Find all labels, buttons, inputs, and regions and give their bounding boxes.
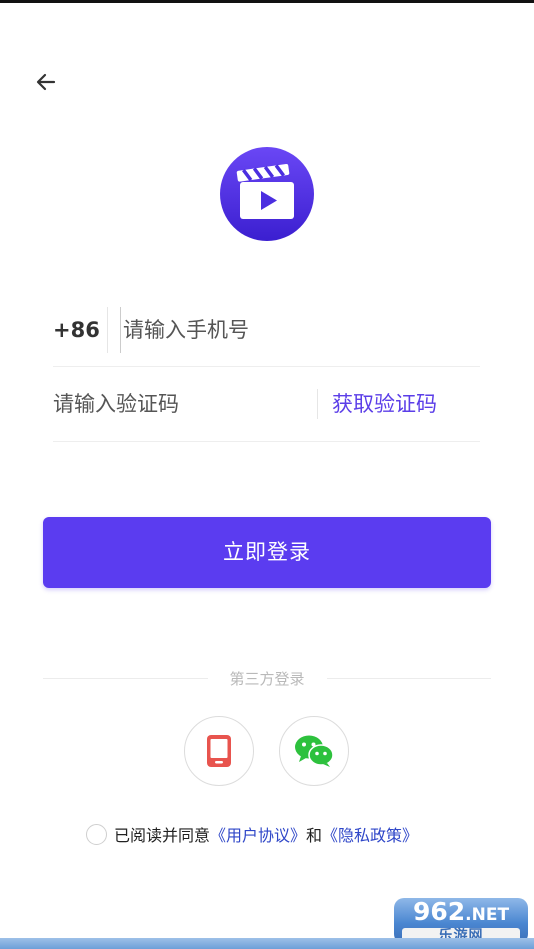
app-logo bbox=[219, 146, 315, 242]
top-border bbox=[0, 0, 534, 3]
verification-code-row: 获取验证码 bbox=[53, 367, 480, 442]
privacy-policy-link[interactable]: 《隐私政策》 bbox=[322, 822, 418, 846]
country-code[interactable]: +86 bbox=[53, 306, 108, 353]
phone-icon bbox=[207, 735, 231, 767]
get-code-button[interactable]: 获取验证码 bbox=[317, 389, 437, 419]
bottom-bar bbox=[0, 938, 534, 949]
phone-row: +86 bbox=[53, 293, 480, 367]
phone-login-button[interactable] bbox=[184, 716, 254, 786]
agreement-conjunction: 和 bbox=[306, 826, 323, 845]
login-button[interactable]: 立即登录 bbox=[43, 517, 491, 588]
wechat-icon bbox=[295, 735, 334, 767]
agreement-row: 已阅读并同意 《用户协议》 和 《隐私政策》 bbox=[86, 822, 418, 846]
arrow-left-icon bbox=[36, 73, 56, 91]
verification-code-input[interactable] bbox=[53, 381, 317, 427]
watermark-number: 962 bbox=[412, 898, 466, 926]
watermark-suffix: .NET bbox=[465, 905, 510, 925]
third-party-divider: 第三方登录 bbox=[43, 666, 492, 690]
video-clapperboard-icon bbox=[220, 147, 314, 241]
phone-input[interactable] bbox=[120, 306, 460, 353]
agree-checkbox[interactable] bbox=[86, 823, 107, 845]
agreement-prefix: 已阅读并同意 bbox=[114, 826, 211, 845]
back-button[interactable] bbox=[26, 62, 66, 102]
watermark-logo-text: 962.NET bbox=[394, 899, 528, 928]
wechat-login-button[interactable] bbox=[279, 716, 349, 786]
third-party-label: 第三方登录 bbox=[229, 669, 305, 688]
divider-line bbox=[43, 677, 208, 679]
user-agreement-link[interactable]: 《用户协议》 bbox=[210, 822, 306, 846]
divider-line bbox=[326, 677, 492, 679]
